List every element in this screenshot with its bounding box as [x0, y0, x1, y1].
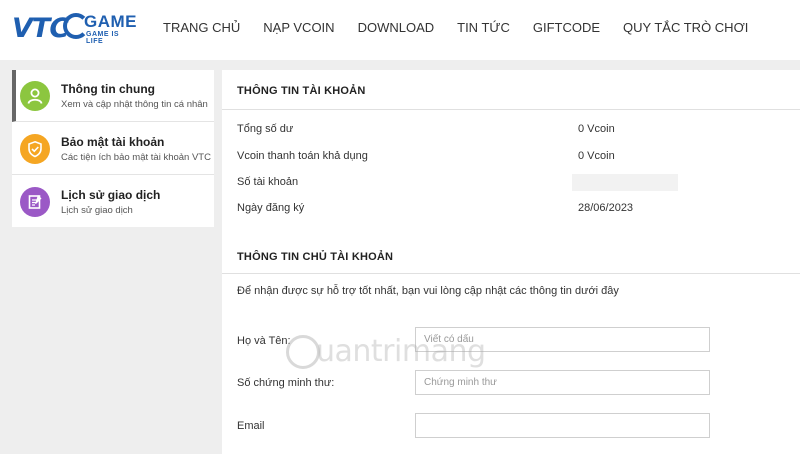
- sidebar-item-general-info[interactable]: Thông tin chung Xem và cập nhật thông ti…: [12, 70, 214, 122]
- logo-tagline: GAME IS LIFE: [86, 31, 120, 45]
- section-divider: [222, 273, 800, 274]
- sidebar-item-title: Lịch sử giao dịch: [61, 188, 161, 202]
- shield-icon: [20, 134, 50, 164]
- registration-date-value: 28/06/2023: [578, 202, 634, 214]
- available-vcoin-value: 0 Vcoin: [578, 150, 615, 162]
- main-nav: TRANG CHỦ NẠP VCOIN DOWNLOAD TIN TỨC GIF…: [163, 20, 771, 35]
- user-icon: [20, 81, 50, 111]
- email-input[interactable]: [415, 413, 710, 438]
- full-name-label: Họ và Tên:: [237, 335, 291, 347]
- sidebar-item-subtitle: Xem và cập nhật thông tin cá nhân: [61, 99, 208, 110]
- nav-giftcode[interactable]: GIFTCODE: [533, 20, 600, 35]
- section-divider: [222, 109, 800, 110]
- history-icon: [20, 187, 50, 217]
- sidebar-item-subtitle: Các tiện ích bảo mật tài khoản VTC: [61, 152, 211, 163]
- email-label: Email: [237, 420, 265, 432]
- account-main-panel: THÔNG TIN TÀI KHOẢN Tổng số dư 0 Vcoin V…: [222, 70, 800, 454]
- nav-game-rules[interactable]: QUY TẮC TRÒ CHƠI: [623, 20, 748, 35]
- account-sidebar: Thông tin chung Xem và cập nhật thông ti…: [12, 70, 214, 227]
- nav-download[interactable]: DOWNLOAD: [358, 20, 435, 35]
- account-number-label: Số tài khoản: [237, 176, 299, 188]
- full-name-input[interactable]: [415, 327, 710, 352]
- id-card-label: Số chứng minh thư:: [237, 377, 335, 389]
- logo-brand: VTC: [12, 13, 69, 44]
- owner-info-note: Để nhận được sự hỗ trợ tốt nhất, bạn vui…: [237, 285, 619, 297]
- sidebar-item-security[interactable]: Bảo mật tài khoản Các tiện ích bảo mật t…: [12, 123, 214, 175]
- vtc-game-logo[interactable]: VTC GAME GAME IS LIFE: [10, 9, 138, 49]
- registration-date-label: Ngày đăng ký: [237, 202, 305, 214]
- sidebar-item-subtitle: Lịch sử giao dịch: [61, 205, 133, 216]
- id-card-input[interactable]: [415, 370, 710, 395]
- site-header: VTC GAME GAME IS LIFE TRANG CHỦ NẠP VCOI…: [0, 0, 800, 60]
- total-balance-label: Tổng số dư: [237, 123, 294, 135]
- sidebar-item-title: Thông tin chung: [61, 82, 155, 96]
- owner-info-title: THÔNG TIN CHỦ TÀI KHOẢN: [237, 251, 394, 263]
- logo-product: GAME: [84, 12, 137, 31]
- account-info-title: THÔNG TIN TÀI KHOẢN: [237, 85, 366, 97]
- nav-home[interactable]: TRANG CHỦ: [163, 20, 240, 35]
- sidebar-item-transaction-history[interactable]: Lịch sử giao dịch Lịch sử giao dịch: [12, 176, 214, 228]
- account-number-value: [572, 174, 678, 191]
- sidebar-item-title: Bảo mật tài khoản: [61, 135, 165, 149]
- total-balance-value: 0 Vcoin: [578, 123, 615, 135]
- nav-topup-vcoin[interactable]: NẠP VCOIN: [263, 20, 334, 35]
- nav-news[interactable]: TIN TỨC: [457, 20, 510, 35]
- available-vcoin-label: Vcoin thanh toán khả dụng: [237, 150, 368, 162]
